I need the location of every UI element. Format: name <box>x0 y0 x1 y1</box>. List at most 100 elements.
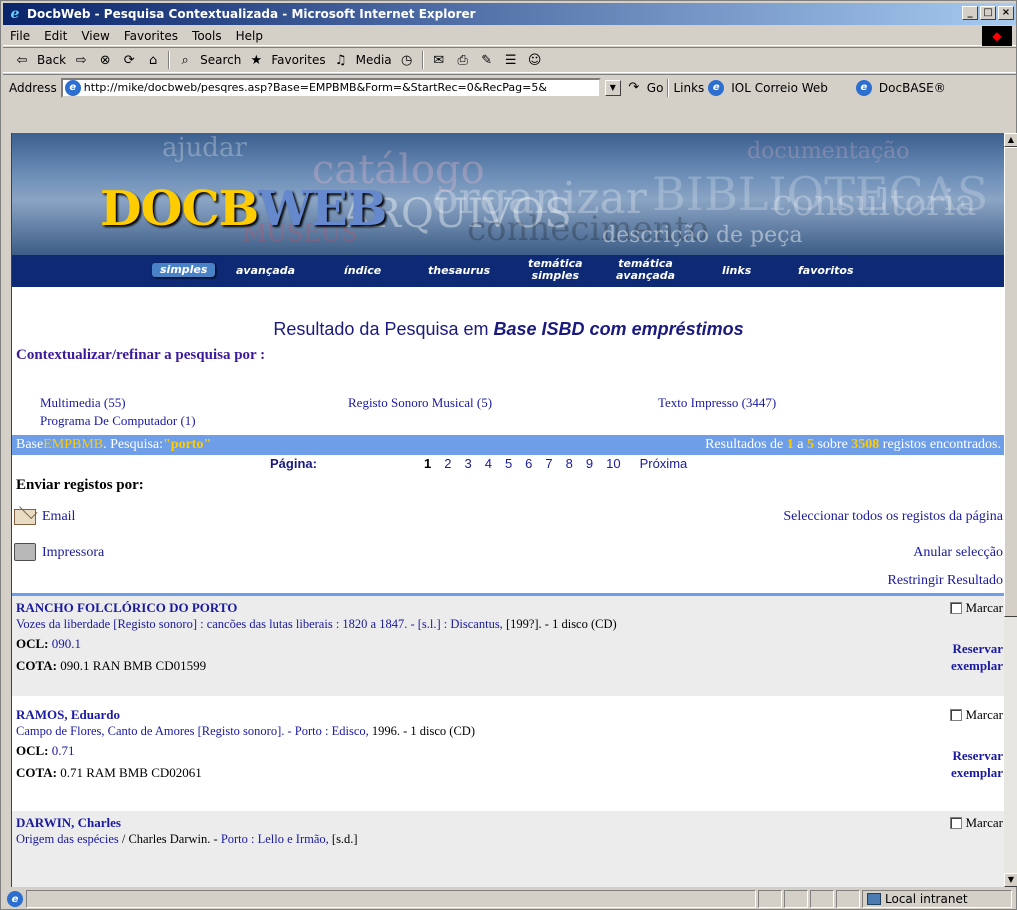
context-multimedia[interactable]: Multimedia (55) <box>40 395 126 411</box>
link-iol[interactable]: IOL Correio Web <box>731 81 828 95</box>
window-title: DocbWeb - Pesquisa Contextualizada - Mic… <box>27 7 476 21</box>
nav-indice[interactable]: índice <box>344 265 381 277</box>
go-arrow-icon[interactable]: ↷ <box>625 79 643 97</box>
toolbar-separator <box>168 51 171 69</box>
menu-favorites[interactable]: Favorites <box>117 29 185 43</box>
history-icon[interactable]: ◷ <box>398 51 416 69</box>
page-4[interactable]: 4 <box>485 456 492 471</box>
close-button[interactable]: × <box>998 6 1014 20</box>
page-7[interactable]: 7 <box>545 456 552 471</box>
page-2[interactable]: 2 <box>444 456 451 471</box>
mail-icon[interactable]: ✉ <box>430 51 448 69</box>
info-label: sobre <box>813 437 852 452</box>
status-bar: e Local intranet <box>3 889 1016 909</box>
nav-simples[interactable]: simples <box>152 263 216 277</box>
page-9[interactable]: 9 <box>586 456 593 471</box>
nav-tematica-avancada[interactable]: temática avançada <box>616 258 675 282</box>
refresh-icon[interactable]: ⟳ <box>120 51 138 69</box>
nav-tematica-simples[interactable]: temática simples <box>528 258 583 282</box>
next-page-link[interactable]: Próxima <box>640 456 688 471</box>
media-button[interactable]: Media <box>356 53 392 67</box>
edit-icon[interactable]: ✎ <box>478 51 496 69</box>
checkbox[interactable] <box>950 602 963 614</box>
scroll-down-icon[interactable]: ▼ <box>1004 873 1017 887</box>
page-label: Página: <box>270 456 317 471</box>
favorites-icon[interactable]: ★ <box>247 51 265 69</box>
menu-file[interactable]: File <box>3 29 37 43</box>
media-icon[interactable]: ♫ <box>332 51 350 69</box>
cancel-selection-link[interactable]: Anular selecção <box>913 545 1003 561</box>
menu-tools[interactable]: Tools <box>185 29 229 43</box>
checkbox[interactable] <box>950 709 963 721</box>
context-programa[interactable]: Programa De Computador (1) <box>40 413 196 429</box>
stop-icon[interactable]: ⊗ <box>96 51 114 69</box>
forward-arrow-icon[interactable]: ⇨ <box>72 51 90 69</box>
go-button[interactable]: Go <box>647 81 664 95</box>
base-name: Base ISBD com empréstimos <box>493 319 744 339</box>
info-results: Resultados de 1 a 5 sobre 3508 registos … <box>705 437 1001 453</box>
info-base: EMPBMB <box>43 437 104 452</box>
record-title-link[interactable]: Campo de Flores, Canto de Amores [Regist… <box>16 724 372 738</box>
print-icon[interactable]: ⎙ <box>454 51 472 69</box>
address-input[interactable]: e http://mike/docbweb/pesqres.asp?Base=E… <box>60 77 601 98</box>
page-1: 1 <box>424 456 432 471</box>
results-area: Resultado da Pesquisa em Base ISBD com e… <box>12 287 1004 887</box>
messenger-icon[interactable]: ☺ <box>526 51 544 69</box>
search-button[interactable]: Search <box>200 53 241 67</box>
page-5[interactable]: 5 <box>505 456 512 471</box>
nav-favoritos[interactable]: favoritos <box>798 265 854 277</box>
status-cell <box>784 890 808 908</box>
record-publisher-link[interactable]: Porto : Lello e Irmão, <box>221 832 329 846</box>
page-6[interactable]: 6 <box>525 456 532 471</box>
page-8[interactable]: 8 <box>566 456 573 471</box>
nav-avancada[interactable]: avançada <box>236 265 295 277</box>
scroll-thumb[interactable] <box>1004 147 1017 617</box>
links-label[interactable]: Links <box>673 81 704 95</box>
printer-link[interactable]: Impressora <box>42 545 104 561</box>
mark-label: Marcar <box>965 600 1003 615</box>
address-url[interactable]: http://mike/docbweb/pesqres.asp?Base=EMP… <box>84 81 547 94</box>
status-cell <box>758 890 782 908</box>
toolbar-separator <box>667 78 670 97</box>
ocl-value[interactable]: 0.71 <box>52 743 75 758</box>
search-icon[interactable]: ⌕ <box>176 51 194 69</box>
home-icon[interactable]: ⌂ <box>144 51 162 69</box>
reserve-link[interactable]: Reservar exemplar <box>951 747 1003 781</box>
minimize-button[interactable]: _ <box>962 6 978 20</box>
record-author[interactable]: DARWIN, Charles <box>16 815 121 831</box>
page-10[interactable]: 10 <box>606 456 620 471</box>
page-3[interactable]: 3 <box>464 456 471 471</box>
context-texto-impresso[interactable]: Texto Impresso (3447) <box>658 395 776 411</box>
record-title-link[interactable]: Vozes da liberdade [Registo sonoro] : ca… <box>16 617 506 631</box>
maximize-button[interactable]: □ <box>980 6 996 20</box>
mark-checkbox[interactable]: Marcar <box>950 815 1003 831</box>
email-link[interactable]: Email <box>42 509 75 525</box>
email-icon[interactable] <box>14 509 36 530</box>
menu-edit[interactable]: Edit <box>37 29 74 43</box>
menu-help[interactable]: Help <box>229 29 270 43</box>
menu-view[interactable]: View <box>74 29 116 43</box>
link-docbase[interactable]: DocBASE® <box>879 81 946 95</box>
nav-links[interactable]: links <box>722 265 751 277</box>
ocl-value[interactable]: 090.1 <box>52 636 81 651</box>
back-button[interactable]: Back <box>37 53 66 67</box>
favorites-button[interactable]: Favorites <box>271 53 325 67</box>
restrict-results-link[interactable]: Restringir Resultado <box>888 573 1004 589</box>
nav-thesaurus[interactable]: thesaurus <box>428 265 490 277</box>
record-author[interactable]: RAMOS, Eduardo <box>16 707 120 723</box>
reserve-link[interactable]: Reservar exemplar <box>951 640 1003 674</box>
vertical-scrollbar[interactable]: ▲ ▼ <box>1004 133 1017 887</box>
mark-checkbox[interactable]: Marcar <box>950 707 1003 723</box>
scroll-up-icon[interactable]: ▲ <box>1004 133 1017 147</box>
record-title-link[interactable]: Origem das espécies <box>16 832 119 846</box>
context-registo-sonoro[interactable]: Registo Sonoro Musical (5) <box>348 395 492 411</box>
discuss-icon[interactable]: ☰ <box>502 51 520 69</box>
select-all-link[interactable]: Seleccionar todos os registos da página <box>783 509 1003 525</box>
record-author[interactable]: RANCHO FOLCLÓRICO DO PORTO <box>16 600 237 616</box>
back-arrow-icon[interactable]: ⇦ <box>13 51 31 69</box>
windows-logo-icon: ◆ <box>982 26 1012 46</box>
address-dropdown-icon[interactable]: ▼ <box>604 79 621 96</box>
checkbox[interactable] <box>950 817 963 829</box>
mark-checkbox[interactable]: Marcar <box>950 600 1003 616</box>
printer-icon[interactable] <box>14 543 36 566</box>
